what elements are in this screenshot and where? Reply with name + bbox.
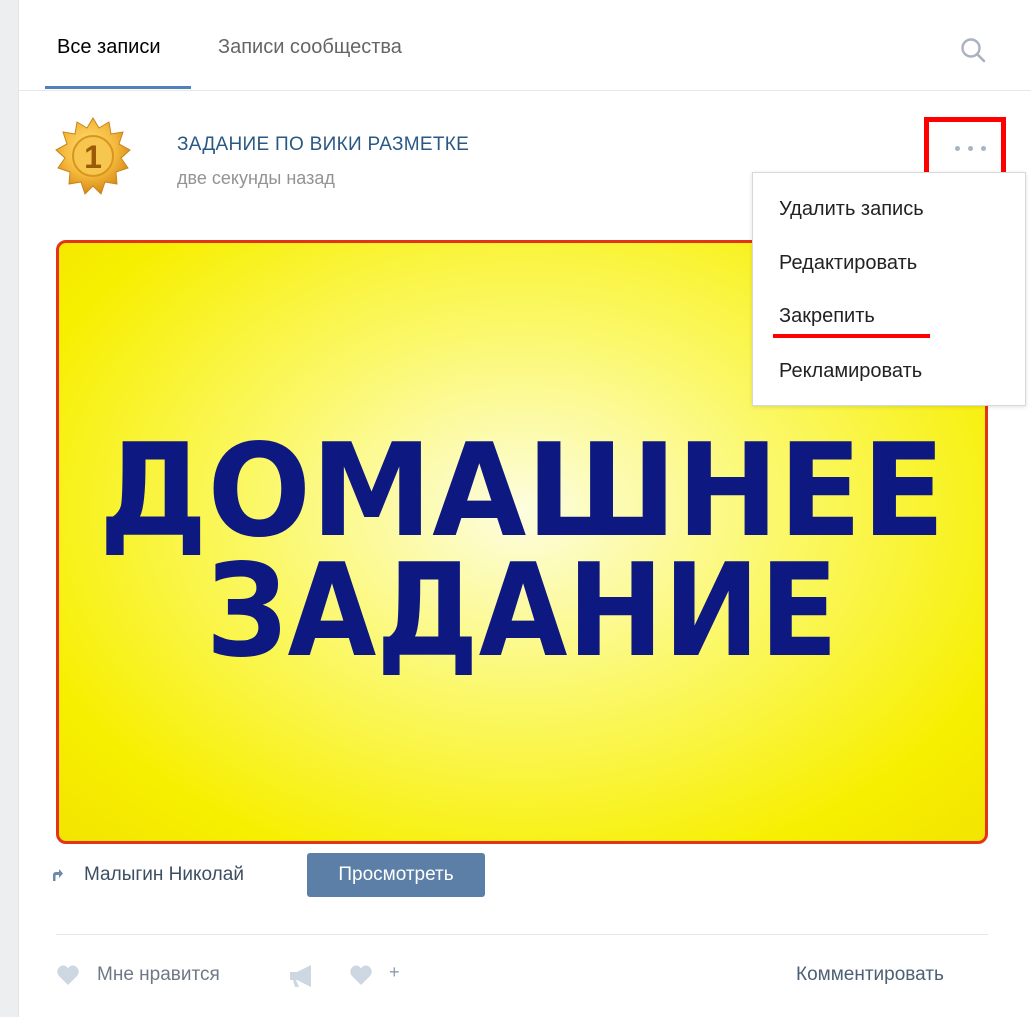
menu-item-delete[interactable]: Удалить запись	[779, 198, 924, 221]
tab-all-posts[interactable]: Все записи	[57, 36, 161, 59]
megaphone-icon[interactable]	[287, 963, 317, 989]
view-button[interactable]: Просмотреть	[307, 853, 485, 897]
menu-item-edit[interactable]: Редактировать	[779, 252, 917, 275]
post-time[interactable]: две секунды назад	[177, 168, 335, 189]
divider	[56, 934, 988, 935]
active-tab-underline	[45, 86, 191, 89]
like-button[interactable]: Мне нравится	[97, 964, 220, 986]
repost-arrow-icon	[53, 869, 63, 881]
avatar[interactable]: 1	[53, 112, 133, 212]
plus-label[interactable]: +	[389, 962, 400, 983]
menu-item-pin[interactable]: Закрепить	[779, 305, 875, 328]
post-actions-menu: Удалить запись Редактировать Закрепить Р…	[752, 172, 1026, 406]
tab-community-posts[interactable]: Записи сообщества	[218, 36, 402, 59]
wall-tabs: Все записи Записи сообщества	[19, 0, 1031, 91]
comment-button[interactable]: Комментировать	[796, 964, 944, 986]
image-text-line2: ЗАДАНИЕ	[206, 537, 838, 686]
avatar-badge-number: 1	[84, 139, 102, 175]
pin-underline	[773, 334, 930, 338]
post-author[interactable]: Малыгин Николай	[84, 864, 244, 886]
menu-item-promote[interactable]: Рекламировать	[779, 360, 922, 383]
post-title[interactable]: ЗАДАНИЕ ПО ВИКИ РАЗМЕТКЕ	[177, 134, 469, 156]
wall-card: Все записи Записи сообщества 1 ЗАДАНИЕ П…	[18, 0, 1031, 1017]
heart-plus-icon[interactable]	[349, 964, 373, 986]
search-icon[interactable]	[959, 36, 987, 64]
heart-icon[interactable]	[56, 964, 80, 986]
